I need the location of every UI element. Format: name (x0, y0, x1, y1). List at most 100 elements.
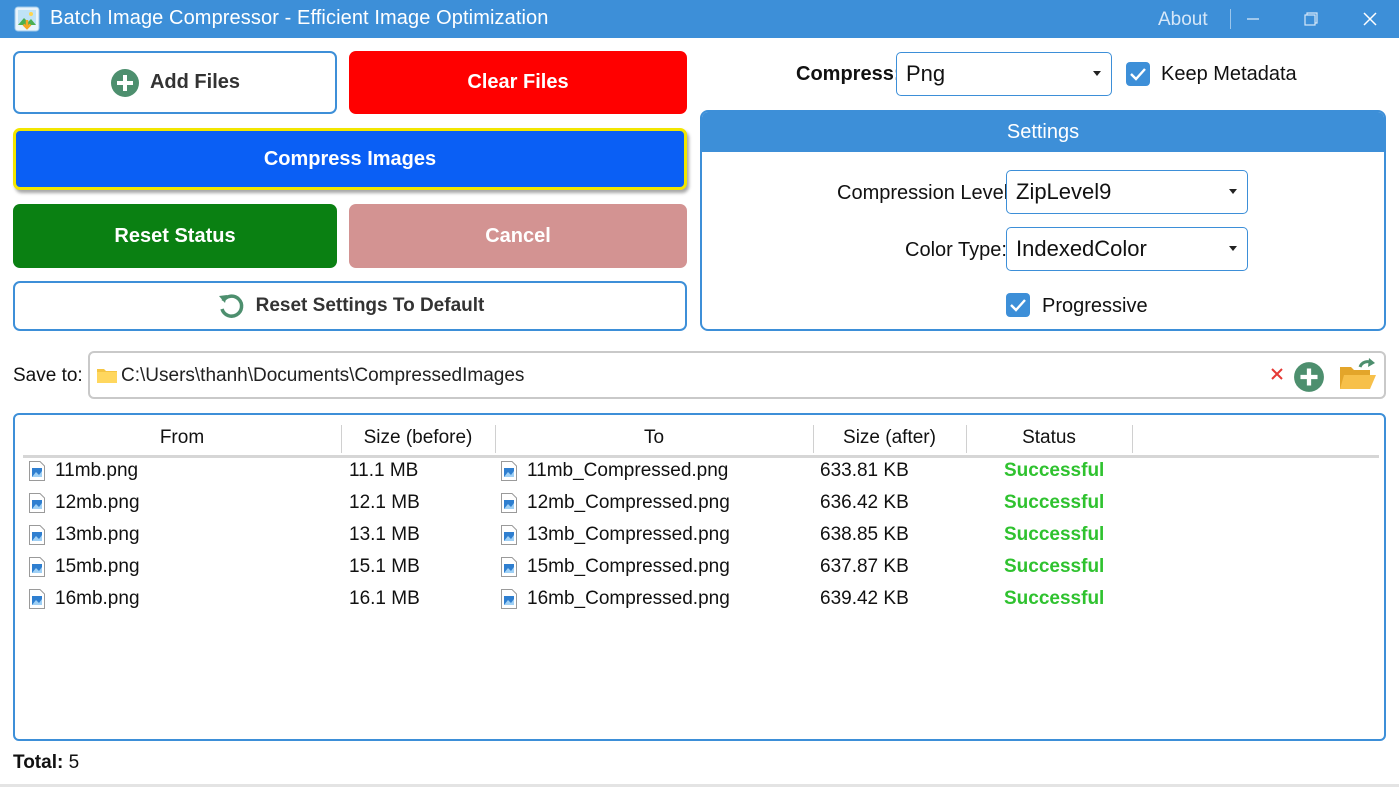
image-file-icon (29, 493, 45, 513)
image-file-icon (501, 557, 517, 577)
compression-level-select[interactable]: ZipLevel9 (1006, 170, 1248, 214)
clear-path-button[interactable] (1270, 367, 1284, 386)
keep-metadata-checkbox[interactable] (1126, 62, 1150, 86)
column-header-from[interactable]: From (23, 423, 341, 453)
table-row[interactable]: 11mb.png 11.1 MB 11mb_Compressed.png 633… (23, 455, 1379, 487)
check-icon (1130, 68, 1146, 81)
close-icon (1363, 12, 1377, 26)
table-row[interactable]: 12mb.png 12.1 MB 12mb_Compressed.png 636… (23, 487, 1379, 519)
table-header: From Size (before) To Size (after) Statu… (23, 423, 1379, 458)
save-path-text: C:\Users\thanh\Documents\CompressedImage… (121, 365, 525, 386)
chevron-down-icon (1093, 71, 1101, 76)
total-label: Total: (13, 752, 64, 773)
from-filename: 13mb.png (55, 524, 140, 545)
keep-metadata-label: Keep Metadata (1161, 63, 1297, 85)
compress-label: Compress: (796, 63, 901, 85)
cancel-label: Cancel (485, 224, 551, 247)
size-before: 16.1 MB (349, 588, 420, 609)
status-text: Successful (1004, 460, 1105, 481)
add-files-label: Add Files (149, 71, 240, 93)
image-file-icon (501, 525, 517, 545)
compression-level-value: ZipLevel9 (1016, 179, 1112, 204)
chevron-down-icon (1229, 189, 1237, 194)
folder-icon (97, 366, 117, 388)
column-header-to[interactable]: To (495, 423, 813, 453)
status-text: Successful (1004, 492, 1105, 513)
to-filename: 13mb_Compressed.png (527, 524, 730, 545)
check-icon (1010, 299, 1026, 312)
compression-level-label: Compression Level: (837, 182, 1014, 204)
save-path-field[interactable]: C:\Users\thanh\Documents\CompressedImage… (88, 351, 1386, 399)
reset-status-button[interactable]: Reset Status (13, 204, 337, 268)
file-table: From Size (before) To Size (after) Statu… (13, 413, 1386, 741)
total-value: 5 (68, 752, 80, 773)
restore-icon (1304, 12, 1318, 26)
image-file-icon (29, 525, 45, 545)
about-link[interactable]: About (1158, 9, 1208, 31)
size-after: 638.85 KB (820, 524, 909, 545)
column-header-size-after[interactable]: Size (after) (813, 423, 966, 453)
color-type-select[interactable]: IndexedColor (1006, 227, 1248, 271)
reset-status-label: Reset Status (114, 224, 236, 247)
status-text: Successful (1004, 524, 1105, 545)
color-type-label: Color Type: (905, 239, 1007, 261)
reset-settings-label: Reset Settings To Default (255, 295, 485, 316)
open-folder-icon (1340, 358, 1376, 389)
title-separator (1230, 9, 1231, 29)
window-title: Batch Image Compressor - Efficient Image… (50, 7, 549, 29)
progressive-label: Progressive (1042, 295, 1148, 317)
size-after: 639.42 KB (820, 588, 909, 609)
image-file-icon (501, 461, 517, 481)
color-type-value: IndexedColor (1016, 236, 1147, 261)
size-after: 633.81 KB (820, 460, 909, 481)
plus-circle-icon (1294, 362, 1324, 392)
size-before: 13.1 MB (349, 524, 420, 545)
from-filename: 12mb.png (55, 492, 140, 513)
status-text: Successful (1004, 556, 1105, 577)
compress-format-select[interactable]: Png (896, 52, 1112, 96)
cancel-button[interactable]: Cancel (349, 204, 687, 268)
close-window-button[interactable] (1355, 6, 1385, 32)
clear-files-label: Clear Files (467, 71, 569, 93)
chevron-down-icon (1229, 246, 1237, 251)
add-files-button[interactable]: Add Files (13, 51, 337, 114)
refresh-icon (216, 291, 246, 321)
image-file-icon (501, 589, 517, 609)
to-filename: 11mb_Compressed.png (527, 460, 729, 481)
title-bar: Batch Image Compressor - Efficient Image… (0, 0, 1399, 38)
close-icon (1271, 368, 1283, 380)
minimize-button[interactable] (1238, 6, 1268, 32)
status-text: Successful (1004, 588, 1105, 609)
table-row[interactable]: 15mb.png 15.1 MB 15mb_Compressed.png 637… (23, 551, 1379, 583)
settings-title: Settings (702, 112, 1384, 152)
column-divider (1132, 425, 1133, 453)
reset-settings-button[interactable]: Reset Settings To Default (13, 281, 687, 331)
to-filename: 16mb_Compressed.png (527, 588, 730, 609)
add-path-button[interactable] (1293, 361, 1325, 398)
image-file-icon (29, 461, 45, 481)
restore-button[interactable] (1296, 6, 1326, 32)
column-header-size-before[interactable]: Size (before) (341, 423, 495, 453)
compress-images-button[interactable]: Compress Images (13, 128, 687, 190)
progressive-checkbox[interactable] (1006, 293, 1030, 317)
size-after: 637.87 KB (820, 556, 909, 577)
column-header-status[interactable]: Status (966, 423, 1132, 453)
to-filename: 12mb_Compressed.png (527, 492, 730, 513)
image-file-icon (501, 493, 517, 513)
plus-circle-icon (110, 68, 140, 98)
from-filename: 11mb.png (55, 460, 139, 481)
size-before: 11.1 MB (349, 460, 419, 481)
table-row[interactable]: 13mb.png 13.1 MB 13mb_Compressed.png 638… (23, 519, 1379, 551)
save-to-label: Save to: (13, 365, 83, 386)
size-before: 12.1 MB (349, 492, 420, 513)
minimize-icon (1247, 18, 1259, 20)
compress-format-value: Png (906, 61, 946, 86)
from-filename: 16mb.png (55, 588, 140, 609)
compress-images-label: Compress Images (263, 147, 437, 170)
from-filename: 15mb.png (55, 556, 140, 577)
browse-folder-button[interactable] (1338, 357, 1378, 398)
table-row[interactable]: 16mb.png 16.1 MB 16mb_Compressed.png 639… (23, 583, 1379, 615)
clear-files-button[interactable]: Clear Files (349, 51, 687, 114)
size-after: 636.42 KB (820, 492, 909, 513)
app-image-icon (14, 6, 40, 32)
